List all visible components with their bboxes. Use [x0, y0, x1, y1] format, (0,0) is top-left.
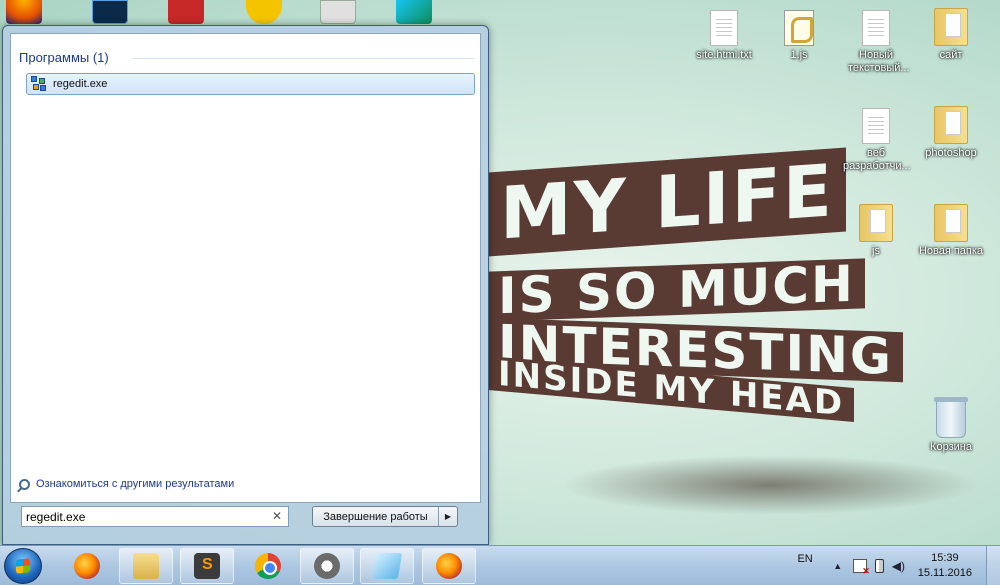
search-results-pane: Программы (1) regedit.exe Ознакомиться с…	[10, 33, 481, 503]
section-divider	[133, 58, 474, 59]
wallpaper-line: IS SO MUCH	[488, 255, 865, 325]
taskbar-app-sublime[interactable]	[180, 548, 234, 584]
firefox-icon	[74, 553, 100, 579]
system-tray: EN ▲ ◀) 15:39 15.11.2016	[797, 546, 1000, 585]
battery-icon[interactable]	[874, 559, 884, 573]
app-icon	[314, 553, 340, 579]
wallpaper-shadow	[560, 455, 980, 515]
regedit-icon	[31, 76, 47, 92]
more-results-label: Ознакомиться с другими результатами	[36, 478, 235, 490]
desktop-icon[interactable]: 1.js	[763, 10, 835, 62]
folder-icon	[934, 204, 968, 242]
chrome-icon	[255, 553, 281, 579]
start-menu: Программы (1) regedit.exe Ознакомиться с…	[2, 25, 489, 545]
taskbar: EN ▲ ◀) 15:39 15.11.2016	[0, 545, 1000, 585]
result-label: regedit.exe	[53, 78, 108, 90]
desktop-icon[interactable]: сайт	[915, 8, 987, 62]
taskbar-app-firefox[interactable]	[60, 548, 114, 584]
taskbar-app-notepad[interactable]	[360, 548, 414, 584]
show-desktop-button[interactable]	[986, 546, 1000, 585]
shutdown-options-arrow-icon[interactable]: ▶	[439, 507, 457, 526]
taskbar-app-chrome[interactable]	[241, 548, 295, 584]
desktop-icon-label: site.html.txt	[696, 49, 752, 61]
wallpaper-line: MY LIFE	[488, 147, 846, 257]
desktop-icon[interactable]: Корзина	[915, 397, 987, 454]
start-search-box[interactable]: ✕	[21, 506, 289, 527]
desktop-icon-label: photoshop	[925, 147, 977, 159]
search-input[interactable]	[26, 509, 266, 524]
action-center-flag-icon[interactable]	[852, 559, 870, 577]
language-indicator[interactable]: EN	[797, 553, 812, 565]
desktop-icon[interactable]: Новая папка	[915, 204, 987, 258]
taskbar-app-firefox-2[interactable]	[422, 548, 476, 584]
shutdown-button-group: Завершение работы ▶	[312, 506, 458, 527]
taskbar-app-explorer[interactable]	[119, 548, 173, 584]
show-hidden-icons-icon[interactable]: ▲	[831, 559, 845, 573]
notepad-plus-icon[interactable]	[320, 0, 356, 24]
shutdown-button[interactable]: Завершение работы	[313, 507, 439, 526]
desktop-icon-label: Новый текстовый...	[848, 49, 910, 74]
clock[interactable]: 15:39 15.11.2016	[918, 551, 972, 581]
webstorm-icon[interactable]	[396, 0, 432, 24]
clear-search-icon[interactable]: ✕	[272, 509, 282, 523]
file-explorer-icon	[133, 553, 159, 579]
text-document-icon	[862, 108, 890, 144]
folder-icon	[934, 8, 968, 46]
recycle-bin-icon	[934, 397, 968, 438]
clock-time: 15:39	[931, 552, 959, 564]
desktop-icon[interactable]: веб разработчи...	[840, 108, 912, 173]
result-item-regedit[interactable]: regedit.exe	[26, 73, 475, 95]
smiley-icon[interactable]	[246, 0, 282, 24]
photoshop-icon[interactable]	[92, 0, 128, 24]
firefox-icon[interactable]	[6, 0, 42, 24]
script-file-icon	[784, 10, 814, 46]
desktop-icon-label: Новая папка	[918, 245, 984, 257]
folder-icon	[859, 204, 893, 242]
desktop-icon[interactable]: Новый текстовый...	[840, 10, 912, 75]
folder-icon	[934, 106, 968, 144]
notepad-icon	[371, 553, 403, 579]
pdf-icon[interactable]	[168, 0, 204, 24]
desktop-icon-label: сайт	[939, 49, 963, 61]
text-document-icon	[710, 10, 738, 46]
desktop-icon-label: Корзина	[930, 441, 972, 453]
taskbar-app[interactable]	[300, 548, 354, 584]
sublime-text-icon	[194, 553, 220, 579]
clock-date: 15.11.2016	[917, 567, 972, 579]
search-icon	[19, 478, 30, 490]
desktop-icon[interactable]: site.html.txt	[688, 10, 760, 62]
section-title: Программы (1)	[19, 50, 109, 65]
text-document-icon	[862, 10, 890, 46]
volume-icon[interactable]: ◀)	[892, 559, 906, 573]
desktop-icon-label: js	[872, 245, 880, 257]
desktop-icon-label: веб разработчи...	[843, 147, 911, 172]
desktop-icon[interactable]: js	[840, 204, 912, 258]
more-results-link[interactable]: Ознакомиться с другими результатами	[19, 478, 234, 490]
desktop-icon-label: 1.js	[790, 49, 808, 61]
firefox-icon	[436, 553, 462, 579]
start-button[interactable]	[4, 548, 42, 584]
desktop-icon[interactable]: photoshop	[915, 106, 987, 160]
